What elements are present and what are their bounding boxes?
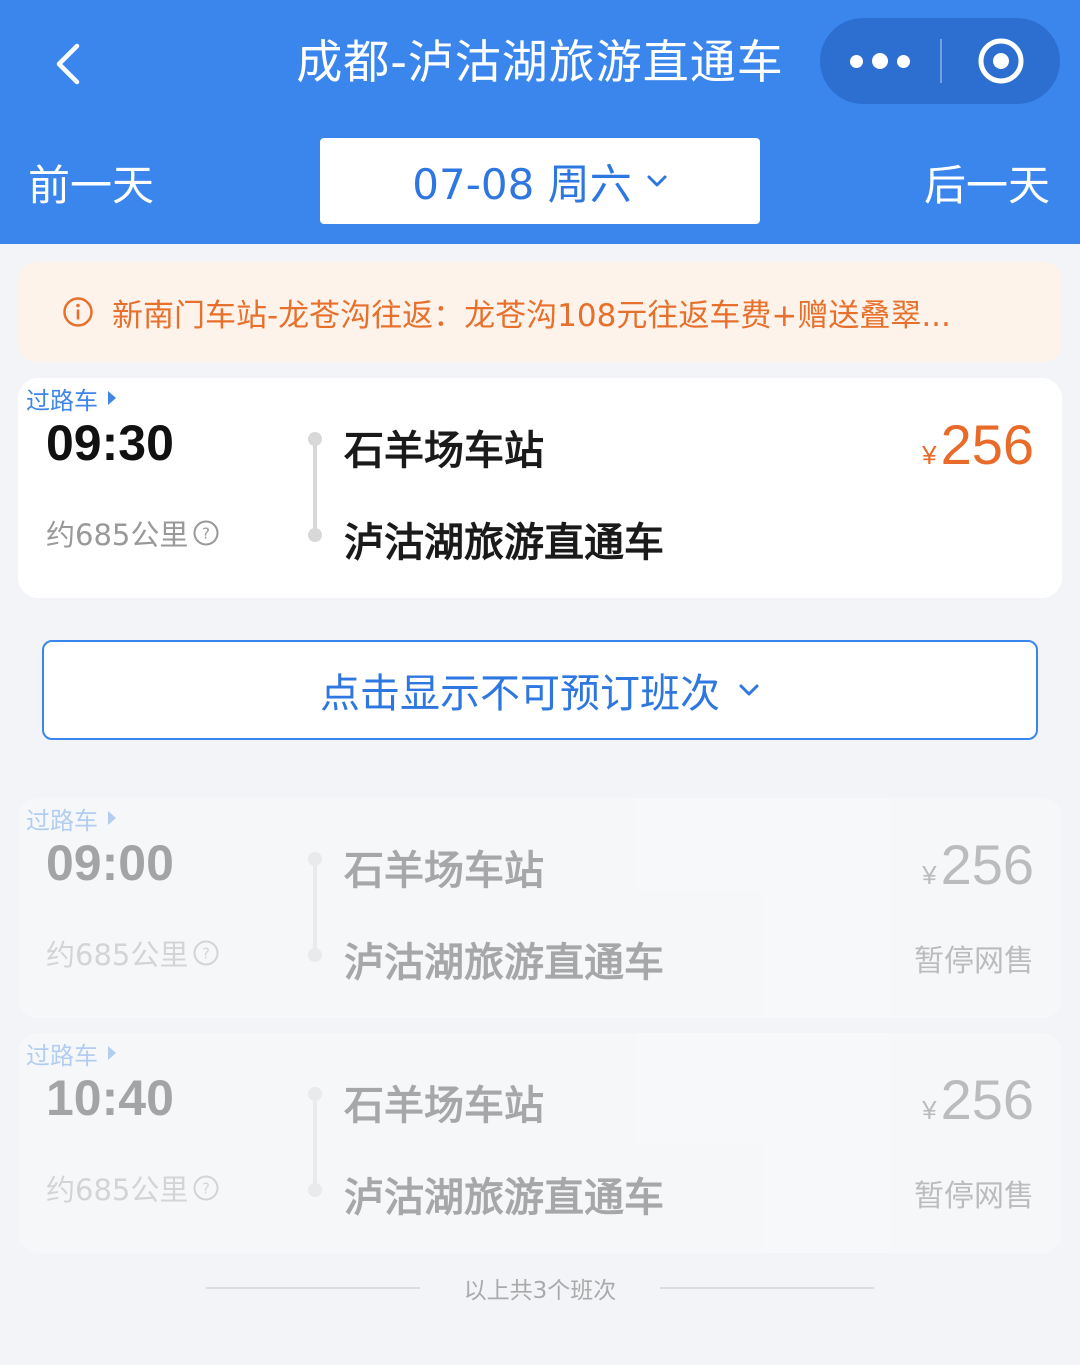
close-miniprogram-button[interactable]: [942, 18, 1060, 104]
origin-station: 石羊场车站: [344, 848, 544, 894]
schedule-card: 过路车 10:40 约685公里 ? 石羊场车站 泸沽湖旅游直通车 ¥ 256 …: [18, 1033, 1062, 1253]
sale-status: 暂停网售: [914, 1179, 1034, 1214]
pass-through-tag[interactable]: 过路车: [26, 378, 116, 418]
distance: 约685公里 ?: [46, 1167, 220, 1209]
caret-right-icon: [108, 1046, 116, 1060]
notice-text: 新南门车站-龙苍沟往返：龙苍沟108元往返车费+赠送叠翠...: [112, 297, 951, 334]
currency-symbol: ¥: [922, 860, 937, 890]
route-line: [308, 1087, 322, 1197]
departure-time: 10:40: [46, 1070, 174, 1126]
caret-right-icon: [108, 811, 116, 825]
target-circle-icon: [978, 38, 1024, 84]
show-unavailable-label: 点击显示不可预订班次: [320, 671, 720, 717]
sale-status: 暂停网售: [914, 944, 1034, 979]
ticket-price: ¥ 256: [922, 412, 1034, 477]
date-picker[interactable]: 07-08 周六: [320, 138, 760, 224]
chevron-left-icon: [56, 43, 80, 85]
next-day-button[interactable]: 后一天: [924, 150, 1050, 222]
distance: 约685公里 ?: [46, 932, 220, 974]
header-bar: 成都-泸沽湖旅游直通车 前一天 07-08 周六 后一天: [0, 0, 1080, 244]
caret-right-icon: [108, 391, 116, 405]
prev-day-button[interactable]: 前一天: [28, 150, 154, 222]
pass-through-tag: 过路车: [26, 1033, 116, 1073]
info-icon: [62, 296, 94, 328]
dot-icon: [850, 54, 863, 68]
distance: 约685公里 ?: [46, 512, 220, 554]
origin-station: 石羊场车站: [344, 428, 544, 474]
tag-label: 过路车: [26, 386, 98, 415]
departure-time: 09:00: [46, 835, 174, 891]
svg-text:?: ?: [202, 1180, 210, 1198]
question-icon: ?: [193, 940, 219, 966]
currency-symbol: ¥: [922, 1095, 937, 1125]
notice-banner[interactable]: 新南门车站-龙苍沟往返：龙苍沟108元往返车费+赠送叠翠...: [18, 262, 1062, 362]
svg-text:?: ?: [202, 525, 210, 543]
page-title: 成都-泸沽湖旅游直通车: [296, 35, 784, 89]
distance-text: 约685公里: [46, 518, 189, 552]
distance-text: 约685公里: [46, 1173, 189, 1207]
tag-label: 过路车: [26, 1041, 98, 1070]
chevron-down-icon: [739, 684, 759, 696]
route-line: [308, 852, 322, 962]
schedule-card[interactable]: 过路车 09:30 约685公里 ? 石羊场车站 泸沽湖旅游直通车 ¥ 256: [18, 378, 1062, 598]
price-value: 256: [940, 1068, 1034, 1131]
schedule-count-text: 以上共3个班次: [463, 1278, 617, 1304]
list-footer: 以上共3个班次: [0, 1268, 1080, 1308]
destination-station: 泸沽湖旅游直通车: [344, 940, 664, 986]
price-value: 256: [940, 413, 1034, 476]
question-icon: ?: [193, 1175, 219, 1201]
price-value: 256: [940, 833, 1034, 896]
tag-label: 过路车: [26, 806, 98, 835]
currency-symbol: ¥: [922, 440, 937, 470]
ticket-price: ¥ 256: [922, 1067, 1034, 1132]
dot-icon: [872, 53, 888, 69]
ticket-price: ¥ 256: [922, 832, 1034, 897]
destination-station: 泸沽湖旅游直通车: [344, 520, 664, 566]
departure-time: 09:30: [46, 415, 174, 471]
pass-through-tag: 过路车: [26, 798, 116, 838]
destination-station: 泸沽湖旅游直通车: [344, 1175, 664, 1221]
selected-date: 07-08 周六: [412, 159, 632, 209]
distance-text: 约685公里: [46, 938, 189, 972]
route-line: [308, 432, 322, 542]
dot-icon: [897, 54, 910, 68]
chevron-down-icon: [647, 175, 667, 187]
more-button[interactable]: [820, 18, 940, 104]
schedule-card: 过路车 09:00 约685公里 ? 石羊场车站 泸沽湖旅游直通车 ¥ 256 …: [18, 798, 1062, 1018]
svg-text:?: ?: [202, 945, 210, 963]
miniprogram-capsule: [820, 18, 1060, 104]
divider-line: [660, 1287, 875, 1289]
back-button[interactable]: [40, 28, 96, 100]
divider-line: [205, 1287, 420, 1289]
question-icon[interactable]: ?: [192, 519, 220, 547]
show-unavailable-button[interactable]: 点击显示不可预订班次: [42, 640, 1038, 740]
origin-station: 石羊场车站: [344, 1083, 544, 1129]
